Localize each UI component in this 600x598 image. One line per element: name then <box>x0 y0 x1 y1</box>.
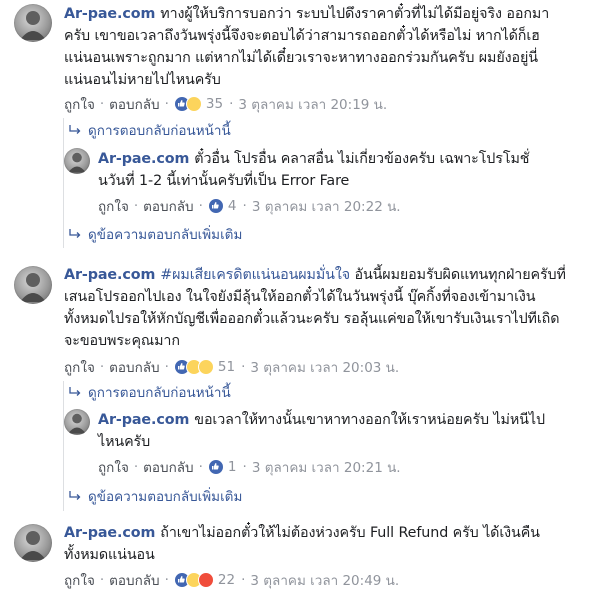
reply-actions: ถูกใจ · ตอบกลับ · 1 · 3 ตุลาคม เวลา 20:2… <box>98 456 401 478</box>
separator-dot: · <box>164 96 169 112</box>
comment-actions: ถูกใจ · ตอบกลับ · 35 · 3 ตุลาคม เวลา 20:… <box>64 93 387 115</box>
separator-dot: · <box>229 96 234 112</box>
separator-dot: · <box>242 459 247 475</box>
like-button[interactable]: ถูกใจ <box>98 195 129 217</box>
reaction-count[interactable]: 51 <box>218 359 235 375</box>
reply-button[interactable]: ตอบกลับ <box>109 93 159 115</box>
reply-button[interactable]: ตอบกลับ <box>109 569 159 591</box>
view-previous-replies[interactable]: ดูการตอบกลับก่อนหน้านี้ <box>68 381 231 403</box>
author-name[interactable]: Ar-pae.com <box>98 151 189 167</box>
separator-dot: · <box>133 459 139 475</box>
reply-thread-line <box>63 381 64 511</box>
avatar-image <box>20 11 46 40</box>
commenter-avatar[interactable] <box>14 4 52 42</box>
timestamp[interactable]: 3 ตุลาคม เวลา 20:22 น. <box>252 195 401 217</box>
avatar-image <box>20 273 46 302</box>
separator-dot: · <box>242 198 247 214</box>
reaction-icons[interactable] <box>207 198 224 214</box>
view-more-replies[interactable]: ดูข้อความตอบกลับเพิ่มเติม <box>68 485 242 507</box>
reply-arrow-icon <box>69 491 81 500</box>
view-previous-replies-label: ดูการตอบกลับก่อนหน้านี้ <box>88 385 231 401</box>
separator-dot: · <box>241 572 246 588</box>
reaction-count[interactable]: 35 <box>206 96 223 112</box>
author-name[interactable]: Ar-pae.com <box>98 412 189 428</box>
wow-reaction-icon <box>197 359 214 375</box>
view-previous-replies-label: ดูการตอบกลับก่อนหน้านี้ <box>88 123 231 139</box>
separator-dot: · <box>241 359 246 375</box>
avatar-image <box>68 152 86 173</box>
avatar-image <box>68 413 86 434</box>
separator-dot: · <box>133 198 139 214</box>
angry-reaction-icon <box>197 572 214 588</box>
reply-avatar[interactable] <box>64 409 90 435</box>
avatar-image <box>20 531 46 560</box>
timestamp[interactable]: 3 ตุลาคม เวลา 20:21 น. <box>252 456 401 478</box>
reply-arrow-icon <box>69 229 81 238</box>
separator-dot: · <box>99 96 105 112</box>
like-button[interactable]: ถูกใจ <box>64 93 95 115</box>
comment-actions: ถูกใจ · ตอบกลับ · 51 · 3 ตุลาคม เวลา 20:… <box>64 356 399 378</box>
reaction-count[interactable]: 1 <box>228 459 237 475</box>
view-previous-replies[interactable]: ดูการตอบกลับก่อนหน้านี้ <box>68 119 231 141</box>
like-button[interactable]: ถูกใจ <box>64 569 95 591</box>
comment-body: Ar-pae.com ถ้าเขาไม่ออกตั๋วให้ไม่ต้องห่วง… <box>64 522 579 566</box>
reaction-icons[interactable] <box>173 572 214 588</box>
separator-dot: · <box>164 359 169 375</box>
view-more-replies-label: ดูข้อความตอบกลับเพิ่มเติม <box>88 227 243 243</box>
reaction-count[interactable]: 4 <box>228 198 237 214</box>
comment-body: Ar-pae.com #ผมเสียเครดิตแน่นอนผมมั่นใจ อั… <box>64 264 579 352</box>
like-reaction-icon <box>207 198 224 214</box>
reply-actions: ถูกใจ · ตอบกลับ · 4 · 3 ตุลาคม เวลา 20:2… <box>98 195 401 217</box>
commenter-avatar[interactable] <box>14 524 52 562</box>
reaction-icons[interactable] <box>173 359 214 375</box>
separator-dot: · <box>99 359 105 375</box>
author-name[interactable]: Ar-pae.com <box>64 6 155 22</box>
like-reaction-icon <box>207 459 224 475</box>
separator-dot: · <box>198 459 203 475</box>
reply-button[interactable]: ตอบกลับ <box>109 356 159 378</box>
reaction-count[interactable]: 22 <box>218 572 235 588</box>
reply-arrow-icon <box>69 125 81 134</box>
separator-dot: · <box>99 572 105 588</box>
timestamp[interactable]: 3 ตุลาคม เวลา 20:03 น. <box>250 356 399 378</box>
timestamp[interactable]: 3 ตุลาคม เวลา 20:49 น. <box>250 569 399 591</box>
view-more-replies-label: ดูข้อความตอบกลับเพิ่มเติม <box>88 489 243 505</box>
view-more-replies[interactable]: ดูข้อความตอบกลับเพิ่มเติม <box>68 223 242 245</box>
haha-reaction-icon <box>185 96 202 112</box>
hashtag-link[interactable]: #ผมเสียเครดิตแน่นอนผมมั่นใจ <box>160 267 350 283</box>
reaction-icons[interactable] <box>173 96 202 112</box>
timestamp[interactable]: 3 ตุลาคม เวลา 20:19 น. <box>238 93 387 115</box>
reply-button[interactable]: ตอบกลับ <box>143 195 193 217</box>
author-name[interactable]: Ar-pae.com <box>64 525 155 541</box>
reply-body: Ar-pae.com ขอเวลาให้ทางนั้นเขาหาทางออกให้… <box>98 409 558 453</box>
reply-thread-line <box>63 118 64 248</box>
like-button[interactable]: ถูกใจ <box>64 356 95 378</box>
separator-dot: · <box>164 572 169 588</box>
comment-body: Ar-pae.com ทางผู้ให้บริการบอกว่า ระบบไปดึ… <box>64 3 569 91</box>
comment-actions: ถูกใจ · ตอบกลับ · 22 · 3 ตุลาคม เวลา 20:… <box>64 569 399 591</box>
author-name[interactable]: Ar-pae.com <box>64 267 155 283</box>
reply-avatar[interactable] <box>64 148 90 174</box>
reaction-icons[interactable] <box>207 459 224 475</box>
commenter-avatar[interactable] <box>14 266 52 304</box>
reply-arrow-icon <box>69 387 81 396</box>
reply-body: Ar-pae.com ตั๋วอื่น โปรอื่น คลาสอื่น ไม่เ… <box>98 148 548 192</box>
reply-button[interactable]: ตอบกลับ <box>143 456 193 478</box>
like-button[interactable]: ถูกใจ <box>98 456 129 478</box>
separator-dot: · <box>198 198 203 214</box>
